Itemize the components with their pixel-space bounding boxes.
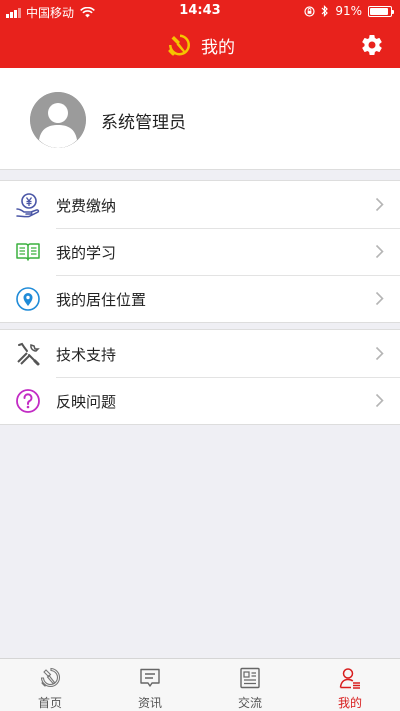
tab-label: 资讯 xyxy=(137,696,162,710)
menu-item-party-dues[interactable]: 党费缴纳 xyxy=(0,181,400,228)
menu-group-support: 技术支持 反映问题 xyxy=(0,329,400,425)
home-emblem-icon xyxy=(40,667,60,687)
battery-percent: 91% xyxy=(335,4,362,18)
tab-bar: 首页 资讯 交流 我的 xyxy=(0,658,400,711)
bluetooth-icon xyxy=(321,5,329,17)
gear-icon[interactable] xyxy=(360,33,384,57)
chevron-right-icon xyxy=(375,244,384,259)
chevron-right-icon xyxy=(375,197,384,212)
user-profile-icon xyxy=(339,668,360,689)
menu-item-label: 反映问题 xyxy=(56,393,117,411)
news-icon xyxy=(240,667,260,689)
menu-item-tech-support[interactable]: 技术支持 xyxy=(0,330,400,377)
chevron-right-icon xyxy=(375,291,384,306)
menu-item-label: 技术支持 xyxy=(56,346,117,364)
menu-item-label: 党费缴纳 xyxy=(56,197,117,215)
rotation-lock-icon xyxy=(304,5,315,17)
tab-label: 交流 xyxy=(237,696,262,710)
status-bar: 中国移动 14:43 91% xyxy=(0,0,400,22)
profile-card[interactable]: 系统管理员 xyxy=(0,68,400,170)
party-emblem-icon xyxy=(168,34,190,56)
message-icon xyxy=(140,668,160,687)
menu-item-residence[interactable]: 我的居住位置 xyxy=(0,275,400,322)
tab-news[interactable]: 资讯 xyxy=(100,659,200,711)
tab-label: 首页 xyxy=(37,696,62,710)
nav-title-group: 我的 xyxy=(0,22,400,68)
book-icon xyxy=(16,243,40,261)
yuan-payment-icon xyxy=(16,193,40,218)
tools-icon xyxy=(17,342,40,366)
location-pin-icon xyxy=(16,287,40,311)
menu-item-label: 我的居住位置 xyxy=(56,291,147,309)
default-avatar-icon[interactable] xyxy=(30,92,86,148)
tab-exchange[interactable]: 交流 xyxy=(200,659,300,711)
menu-group-account: 党费缴纳 我的学习 我的居住位置 xyxy=(0,180,400,323)
chevron-right-icon xyxy=(375,346,384,361)
menu-item-feedback[interactable]: 反映问题 xyxy=(0,377,400,424)
tab-label: 我的 xyxy=(337,696,362,710)
battery-icon xyxy=(368,5,394,17)
page-title: 我的 xyxy=(201,37,235,58)
status-right: 91% xyxy=(304,4,394,18)
chevron-right-icon xyxy=(375,393,384,408)
menu-item-label: 我的学习 xyxy=(56,244,117,262)
tab-home[interactable]: 首页 xyxy=(0,659,100,711)
menu-item-my-study[interactable]: 我的学习 xyxy=(0,228,400,275)
user-name: 系统管理员 xyxy=(101,113,186,133)
question-icon xyxy=(16,389,40,413)
nav-bar: 我的 xyxy=(0,22,400,68)
tab-mine[interactable]: 我的 xyxy=(300,659,400,711)
